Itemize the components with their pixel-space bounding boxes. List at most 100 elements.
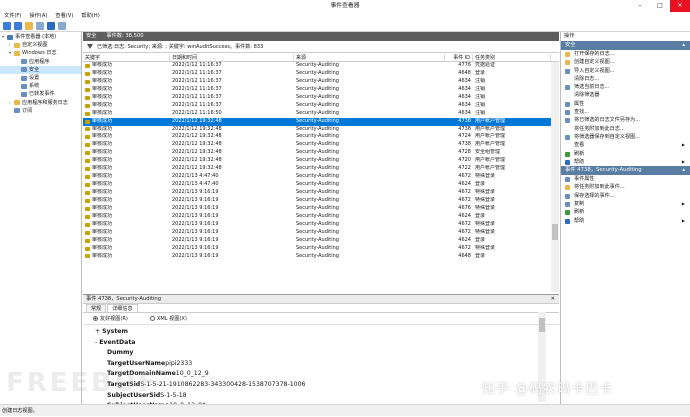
tab-details[interactable]: 详细信息 [107,304,138,312]
event-row[interactable]: 审核成功 2022/1/12 11:16:37 Security-Auditing 4… [83,94,559,102]
event-row[interactable]: 审核成功 2022/1/12 19:32:48 Security-Auditing 4… [83,149,559,157]
action-item[interactable]: 帮助 ▶ [561,217,690,225]
event-row[interactable]: 审核成功 2022/1/12 11:16:37 Security-Auditing 4… [83,70,559,78]
event-row[interactable]: 审核成功 2022/1/12 11:16:50 Security-Auditing 4… [83,110,559,118]
forward-icon[interactable] [14,22,22,30]
tree-node[interactable]: 订阅 [0,107,81,115]
field-name: EventData [99,338,136,346]
audit-success-key-icon [85,230,90,235]
audit-success-key-icon [85,167,90,172]
show-actions-icon[interactable] [58,22,66,30]
action-item[interactable]: 清除日志... [561,75,690,83]
event-row[interactable]: 审核成功 2022/1/13 9:16:19 Security-Auditing 46… [83,237,559,245]
menu-file[interactable]: 文件(F) [0,12,25,21]
field-name: TargetUserName [107,359,166,367]
window-controls: – □ ✕ [630,0,690,12]
action-item[interactable]: 导入自定义视图... [561,67,690,75]
event-row[interactable]: 审核成功 2022/1/13 4:47:40 Security-Auditing 46… [83,173,559,181]
event-row[interactable]: 审核成功 2022/1/12 11:16:37 Security-Auditing 4… [83,86,559,94]
event-row[interactable]: 审核成功 2022/1/12 19:32:48 Security-Auditing 4… [83,165,559,173]
event-row[interactable]: 审核成功 2022/1/13 9:16:19 Security-Auditing 46… [83,245,559,253]
action-item[interactable]: 刷新 [561,208,690,216]
action-item[interactable]: 查看 ▶ [561,141,690,149]
show-tree-icon[interactable] [36,22,44,30]
folder-up-icon[interactable] [25,22,33,30]
tree-node[interactable]: 应用程序 [0,58,81,66]
tree-node[interactable]: 系统 [0,82,81,90]
action-item[interactable]: 帮助 ▶ [561,158,690,166]
event-row[interactable]: 审核成功 2022/1/13 4:47:40 Security-Auditing 46… [83,181,559,189]
tree-node[interactable]: 设置 [0,74,81,82]
action-item[interactable]: 清除筛选器 [561,91,690,99]
status-bar: 创建日志视图。 [0,404,690,416]
tree-node[interactable]: ▾ 事件查看器 (本地) [0,33,81,41]
log-icon [21,75,27,81]
action-item[interactable]: 创建自定义视图... [561,58,690,66]
event-task-category: 注销 [475,77,486,84]
back-icon[interactable] [3,22,11,30]
tree-node[interactable]: 已转发事件 [0,90,81,98]
event-list-scrollbar[interactable] [551,62,559,292]
event-row[interactable]: 审核成功 2022/1/13 9:16:19 Security-Auditing 46… [83,221,559,229]
event-row[interactable]: 审核成功 2022/1/12 19:32:48 Security-Auditing 4… [83,117,559,126]
actions-section-event[interactable]: 事件 4738，Security-Auditing ▴ [561,166,690,176]
tree-node[interactable]: 安全 [0,65,81,74]
action-item[interactable]: 打开保存的日志... [561,50,690,58]
action-label: 将任务附加到此事件... [574,184,625,191]
menu-help[interactable]: 帮助(H) [77,12,103,21]
tree-node[interactable]: › 应用程序和服务日志 [0,99,81,107]
event-row[interactable]: 审核成功 2022/1/13 9:16:19 Security-Auditing 46… [83,213,559,221]
tab-general[interactable]: 常规 [86,304,107,312]
event-row[interactable]: 审核成功 2022/1/13 9:16:19 Security-Auditing 46… [83,229,559,237]
collapse-icon[interactable]: ▴ [682,41,685,50]
maximize-button[interactable]: □ [650,0,670,12]
help-icon[interactable] [47,22,55,30]
actions-section-log[interactable]: 安全 ▴ [561,41,690,50]
event-row[interactable]: 审核成功 2022/1/12 11:16:37 Security-Auditing 4… [83,102,559,110]
action-item[interactable]: 将已筛选的日志文件另存为... [561,116,690,124]
audit-success-key-icon [85,198,90,203]
detail-close-icon[interactable]: ✕ [551,295,555,304]
column-event-id[interactable]: 事件 ID [445,54,473,61]
column-source[interactable]: 来源 [294,54,445,61]
event-row[interactable]: 审核成功 2022/1/13 9:16:19 Security-Auditing 46… [83,189,559,197]
column-keyword[interactable]: 关键字 [83,54,170,61]
action-label: 创建自定义视图... [574,59,615,66]
detail-scrollbar-thumb[interactable] [539,318,545,332]
menu-action[interactable]: 操作(A) [25,12,51,21]
event-row[interactable]: 审核成功 2022/1/12 19:32:48 Security-Auditing 4… [83,141,559,149]
action-item[interactable]: 属性 [561,100,690,108]
event-row[interactable]: 审核成功 2022/1/12 11:16:37 Security-Auditing 4… [83,78,559,86]
event-row[interactable]: 审核成功 2022/1/13 9:16:19 Security-Auditing 46… [83,253,559,261]
column-datetime[interactable]: 日期和时间 [170,54,294,61]
action-item[interactable]: 事件属性 [561,175,690,183]
tree-node[interactable]: ▾ Windows 日志 [0,49,81,57]
minimize-button[interactable]: – [630,0,650,12]
action-item[interactable]: 复制 ▶ [561,200,690,208]
action-item[interactable]: 保存选择的事件... [561,192,690,200]
tree-node[interactable]: › 自定义视图 [0,41,81,49]
event-row[interactable]: 审核成功 2022/1/13 9:16:19 Security-Auditing 46… [83,197,559,205]
event-source: Security-Auditing [296,220,339,227]
collapse-icon[interactable]: ▴ [682,166,685,175]
action-item[interactable]: 筛选当前日志... [561,83,690,91]
event-row[interactable]: 审核成功 2022/1/12 19:32:48 Security-Auditing 4… [83,133,559,141]
event-row[interactable]: 审核成功 2022/1/12 19:32:48 Security-Auditing 4… [83,126,559,134]
audit-success-key-icon [85,206,90,211]
event-row[interactable]: 审核成功 2022/1/13 9:16:19 Security-Auditing 46… [83,205,559,213]
event-row[interactable]: 审核成功 2022/1/12 19:32:48 Security-Auditing 4… [83,157,559,165]
event-row[interactable]: 审核成功 2022/1/12 11:16:37 Security-Auditing 4… [83,62,559,70]
event-id: 4738 [458,117,471,124]
action-item[interactable]: 将任务附加到此事件... [561,183,690,191]
menu-view[interactable]: 查看(V) [51,12,77,21]
action-item[interactable]: 刷新 [561,150,690,158]
xml-view-radio[interactable]: XML 视图(X) [149,315,187,322]
action-item[interactable]: 将任务附加到此日志... [561,125,690,133]
friendly-view-radio[interactable]: 友好视图(R) [93,315,128,322]
scrollbar-thumb[interactable] [552,224,558,240]
action-label: 帮助 [574,217,585,224]
close-button[interactable]: ✕ [670,0,690,12]
action-item[interactable]: 查找... [561,108,690,116]
column-task-category[interactable]: 任务类别 [473,54,551,61]
action-item[interactable]: 将筛选器保存到自定义视图... [561,133,690,141]
